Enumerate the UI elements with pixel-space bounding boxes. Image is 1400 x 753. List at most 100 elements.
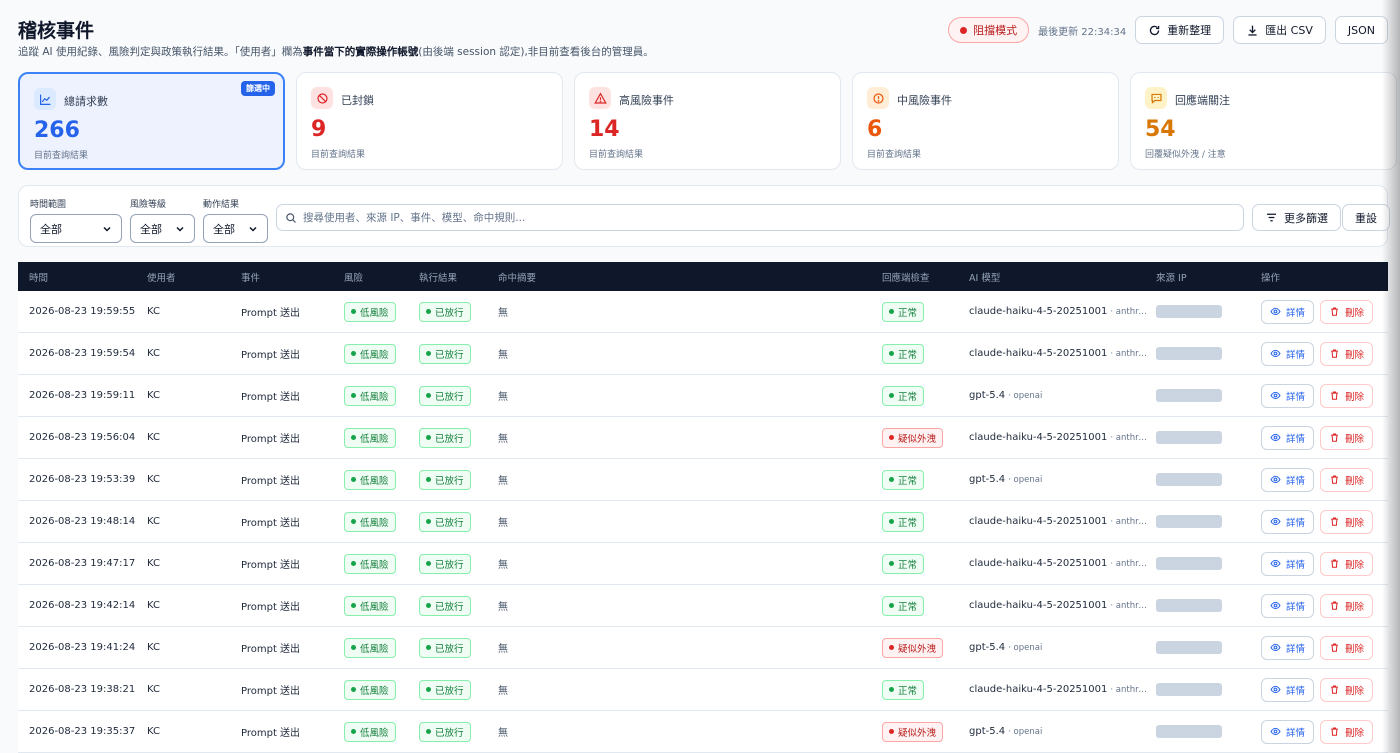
delete-label: 刪除 [1345, 391, 1365, 403]
delete-button[interactable]: 刪除 [1320, 593, 1374, 618]
stat-card-high-risk[interactable]: 高風險事件 14 目前查詢結果 [574, 72, 841, 170]
more-filters-button[interactable]: 更多篩選 [1252, 204, 1341, 231]
export-csv-button[interactable]: 匯出 CSV [1233, 16, 1326, 44]
status-dot-icon [426, 561, 431, 566]
view-detail-button[interactable]: 詳情 [1261, 593, 1315, 618]
col-hit-summary[interactable]: 命中摘要 [498, 270, 536, 284]
cell-actions: 詳情 刪除 [1261, 711, 1374, 752]
view-label: 詳情 [1286, 307, 1306, 319]
delete-button[interactable]: 刪除 [1320, 551, 1374, 576]
model-name: gpt-5.4 [969, 726, 1006, 737]
result-badge: 已放行 [419, 343, 471, 364]
delete-button[interactable]: 刪除 [1320, 635, 1374, 660]
table-row[interactable]: 2026-08-23 19:53:39 KC Prompt 送出 低風險 已放行 無 正常 g… [18, 459, 1388, 501]
delete-button[interactable]: 刪除 [1320, 383, 1374, 408]
table-row[interactable]: 2026-08-23 19:59:54 KC Prompt 送出 低風險 已放行 無 正常 c… [18, 333, 1388, 375]
search-input[interactable] [303, 211, 1235, 224]
col-risk[interactable]: 風險 [344, 270, 363, 284]
col-time[interactable]: 時間 [29, 270, 48, 284]
stat-card-value: 54 [1145, 117, 1176, 142]
view-detail-button[interactable]: 詳情 [1261, 341, 1315, 366]
trash-icon [1331, 475, 1338, 484]
result-label: 已放行 [435, 349, 464, 361]
stat-card-sub: 目前查詢結果 [311, 150, 366, 160]
stat-card-total[interactable]: 總請求數 266 目前查詢結果 篩選中 [18, 72, 285, 170]
time-range-select[interactable]: 全部 [30, 214, 122, 243]
refresh-button[interactable]: 重新整理 [1135, 16, 1225, 44]
view-detail-button[interactable]: 詳情 [1261, 635, 1315, 660]
model-provider: · anthropic [1110, 558, 1150, 569]
cell-time: 2026-08-23 19:56:04 [29, 432, 136, 443]
table-row[interactable]: 2026-08-23 19:48:14 KC Prompt 送出 低風險 已放行 無 正常 c… [18, 501, 1388, 543]
delete-button[interactable]: 刪除 [1320, 341, 1374, 366]
status-dot-icon [426, 645, 431, 650]
delete-button[interactable]: 刪除 [1320, 677, 1374, 702]
cell-response-check: 正常 [882, 333, 925, 374]
risk-level-select[interactable]: 全部 [130, 214, 195, 243]
status-dot-icon [351, 519, 356, 524]
view-detail-button[interactable]: 詳情 [1261, 509, 1315, 534]
stat-card-medium-risk[interactable]: 中風險事件 6 目前查詢結果 [852, 72, 1119, 170]
table-row[interactable]: 2026-08-23 19:47:17 KC Prompt 送出 低風險 已放行 無 正常 c… [18, 543, 1388, 585]
cell-time: 2026-08-23 19:59:11 [29, 390, 136, 401]
view-label: 詳情 [1286, 559, 1306, 571]
time-range-value: 全部 [40, 222, 62, 236]
delete-label: 刪除 [1345, 559, 1365, 571]
cell-user: KC [147, 474, 160, 485]
table-row[interactable]: 2026-08-23 19:42:14 KC Prompt 送出 低風險 已放行 無 正常 c… [18, 585, 1388, 627]
view-detail-button[interactable]: 詳情 [1261, 719, 1315, 744]
delete-button[interactable]: 刪除 [1320, 425, 1374, 450]
col-event[interactable]: 事件 [241, 270, 260, 284]
last-update-text: 最後更新 22:34:34 [1038, 26, 1127, 38]
stat-card-label: 高風險事件 [619, 94, 674, 107]
status-dot-icon [426, 603, 431, 608]
risk-label: 低風險 [360, 685, 389, 697]
view-detail-button[interactable]: 詳情 [1261, 383, 1315, 408]
eye-icon [1270, 475, 1281, 484]
view-detail-button[interactable]: 詳情 [1261, 299, 1315, 324]
table-row[interactable]: 2026-08-23 19:35:37 KC Prompt 送出 低風險 已放行 無 疑似外… [18, 711, 1388, 753]
cell-event: Prompt 送出 [241, 476, 301, 487]
col-source-ip[interactable]: 來源 IP [1156, 270, 1187, 284]
table-row[interactable]: 2026-08-23 19:59:55 KC Prompt 送出 低風險 已放行 無 正常 c… [18, 291, 1388, 333]
check-label: 正常 [898, 559, 918, 571]
delete-button[interactable]: 刪除 [1320, 719, 1374, 744]
stat-card-response[interactable]: 回應端關注 54 回覆疑似外洩 / 注意 [1130, 72, 1397, 170]
risk-label: 低風險 [360, 433, 389, 445]
refresh-icon [1149, 25, 1160, 35]
events-table: 時間 使用者 事件 風險 執行結果 命中摘要 回應端檢查 AI 模型 來源 IP… [18, 262, 1388, 753]
cell-risk: 低風險 [344, 417, 396, 458]
table-row[interactable]: 2026-08-23 19:41:24 KC Prompt 送出 低風險 已放行 無 疑似外… [18, 627, 1388, 669]
col-user[interactable]: 使用者 [147, 270, 176, 284]
col-response-check[interactable]: 回應端檢查 [882, 270, 930, 284]
view-detail-button[interactable]: 詳情 [1261, 677, 1315, 702]
col-result[interactable]: 執行結果 [419, 270, 457, 284]
delete-button[interactable]: 刪除 [1320, 509, 1374, 534]
eye-icon [1270, 517, 1281, 526]
view-detail-button[interactable]: 詳情 [1261, 467, 1315, 492]
model-name: claude-haiku-4-5-20251001 [969, 432, 1108, 443]
view-detail-button[interactable]: 詳情 [1261, 425, 1315, 450]
delete-button[interactable]: 刪除 [1320, 299, 1374, 324]
cell-event: Prompt 送出 [241, 434, 301, 445]
status-dot-icon [351, 603, 356, 608]
cell-user: KC [147, 600, 160, 611]
table-row[interactable]: 2026-08-23 19:56:04 KC Prompt 送出 低風險 已放行 無 疑似外… [18, 417, 1388, 459]
export-json-button[interactable]: JSON [1334, 16, 1388, 44]
block-mode-badge[interactable]: 阻擋模式 [948, 17, 1030, 43]
col-ai-model[interactable]: AI 模型 [969, 270, 1000, 284]
table-row[interactable]: 2026-08-23 19:38:21 KC Prompt 送出 低風險 已放行 無 正常 c… [18, 669, 1388, 711]
action-result-select[interactable]: 全部 [203, 214, 268, 243]
model-name: claude-haiku-4-5-20251001 [969, 516, 1108, 527]
cell-hit-summary: 無 [498, 476, 508, 487]
view-detail-button[interactable]: 詳情 [1261, 551, 1315, 576]
table-row[interactable]: 2026-08-23 19:59:11 KC Prompt 送出 低風險 已放行 無 正常 g… [18, 375, 1388, 417]
delete-button[interactable]: 刪除 [1320, 467, 1374, 492]
cell-ai-model: gpt-5.4 · openai [969, 627, 1042, 668]
chevron-down-icon [249, 226, 257, 232]
alert-triangle-icon [589, 87, 611, 109]
risk-badge: 低風險 [344, 511, 396, 532]
stat-card-blocked[interactable]: 已封鎖 9 目前查詢結果 [296, 72, 563, 170]
cell-result: 已放行 [419, 459, 471, 500]
status-dot-icon [889, 435, 894, 440]
